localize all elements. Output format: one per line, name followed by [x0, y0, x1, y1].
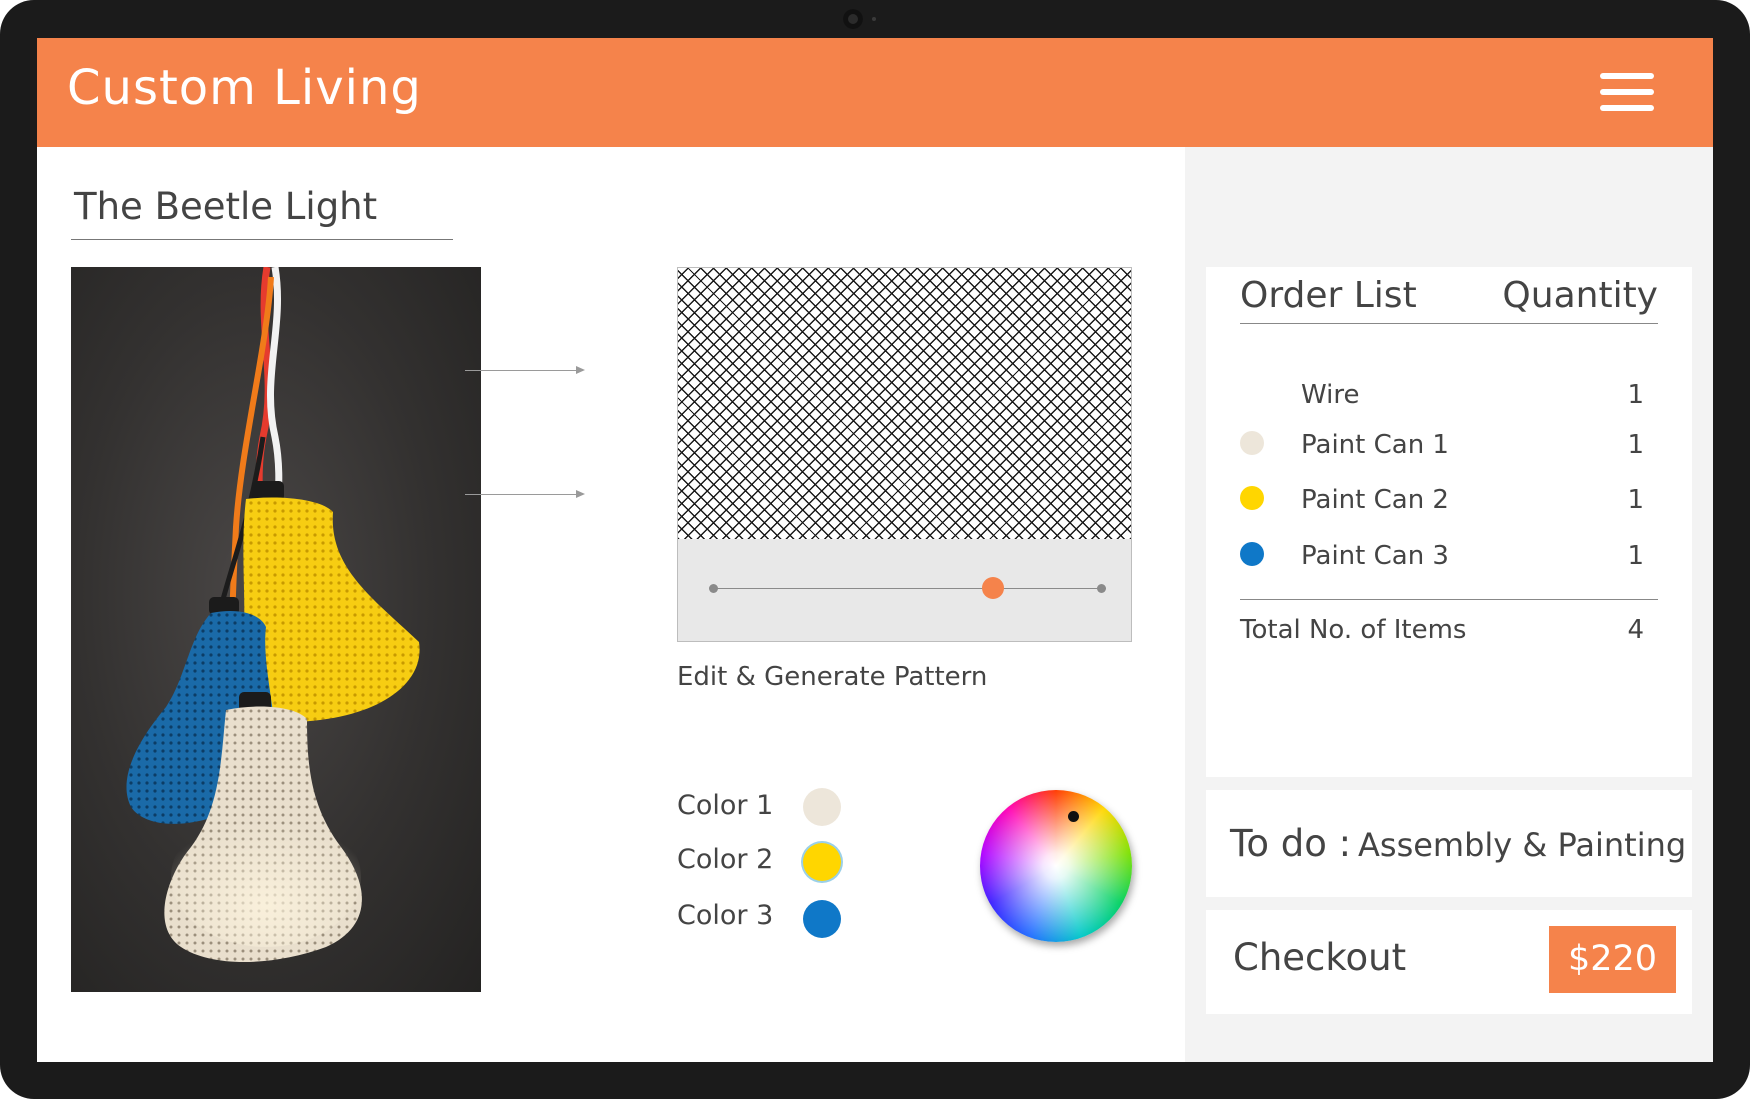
- lamp-illustration: [126, 267, 420, 962]
- app-screen: Custom Living The Beetle Light Edit & Ge…: [37, 38, 1713, 1062]
- pattern-editor: [677, 267, 1132, 642]
- pattern-slider-track[interactable]: [713, 588, 1106, 589]
- total-items-label: Total No. of Items: [1240, 615, 1467, 645]
- pattern-preview[interactable]: [678, 268, 1131, 539]
- camera-icon: [843, 9, 863, 29]
- color-3-label: Color 3: [677, 900, 774, 931]
- pattern-slider-thumb[interactable]: [982, 577, 1005, 599]
- color-wheel-picker[interactable]: [1068, 811, 1079, 822]
- color-wheel[interactable]: [980, 790, 1132, 942]
- color-1-swatch[interactable]: [803, 788, 841, 826]
- title-divider: [71, 239, 453, 240]
- hamburger-menu-icon[interactable]: [1600, 70, 1658, 114]
- arrow-to-slider: [465, 490, 585, 498]
- order-item-name: Wire: [1301, 380, 1360, 410]
- order-list-heading: Order List: [1240, 275, 1417, 316]
- color-2-swatch[interactable]: [803, 843, 841, 881]
- todo-card: To do : Assembly & Painting: [1206, 790, 1692, 897]
- slider-end-max: [1097, 584, 1106, 593]
- paint-can-1-color: [1240, 431, 1264, 455]
- todo-label: To do :: [1230, 822, 1352, 865]
- order-header-divider: [1240, 323, 1658, 324]
- color-3-swatch[interactable]: [803, 900, 841, 938]
- top-bar: Custom Living: [37, 38, 1713, 147]
- order-item-name: Paint Can 2: [1301, 485, 1449, 515]
- checkout-button[interactable]: Checkout: [1233, 936, 1406, 979]
- sensor-dot: [872, 17, 876, 21]
- checkout-card: Checkout $220: [1206, 910, 1692, 1014]
- price-button[interactable]: $220: [1549, 926, 1676, 993]
- order-item-qty: 1: [1627, 485, 1644, 515]
- quantity-heading: Quantity: [1502, 275, 1658, 316]
- todo-value: Assembly & Painting: [1358, 826, 1687, 864]
- menu-line: [1600, 105, 1654, 111]
- arrow-to-pattern: [465, 366, 585, 374]
- color-1-label: Color 1: [677, 790, 774, 821]
- pattern-caption: Edit & Generate Pattern: [677, 662, 988, 692]
- color-2-label: Color 2: [677, 844, 774, 875]
- order-item-qty: 1: [1627, 430, 1644, 460]
- app-title: Custom Living: [67, 60, 422, 116]
- total-items-value: 4: [1627, 615, 1644, 645]
- menu-line: [1600, 89, 1654, 95]
- menu-line: [1600, 73, 1654, 79]
- paint-can-3-color: [1240, 542, 1264, 566]
- order-item-qty: 1: [1627, 380, 1644, 410]
- order-list-card: Order List Quantity Wire 1 Paint Can 1 1…: [1206, 267, 1692, 777]
- product-title: The Beetle Light: [74, 185, 378, 228]
- slider-end-min: [709, 584, 718, 593]
- order-item-qty: 1: [1627, 541, 1644, 571]
- order-item-name: Paint Can 3: [1301, 541, 1449, 571]
- paint-can-2-color: [1240, 486, 1264, 510]
- order-item-name: Paint Can 1: [1301, 430, 1449, 460]
- order-total-divider: [1240, 599, 1658, 600]
- product-photo: [71, 267, 481, 992]
